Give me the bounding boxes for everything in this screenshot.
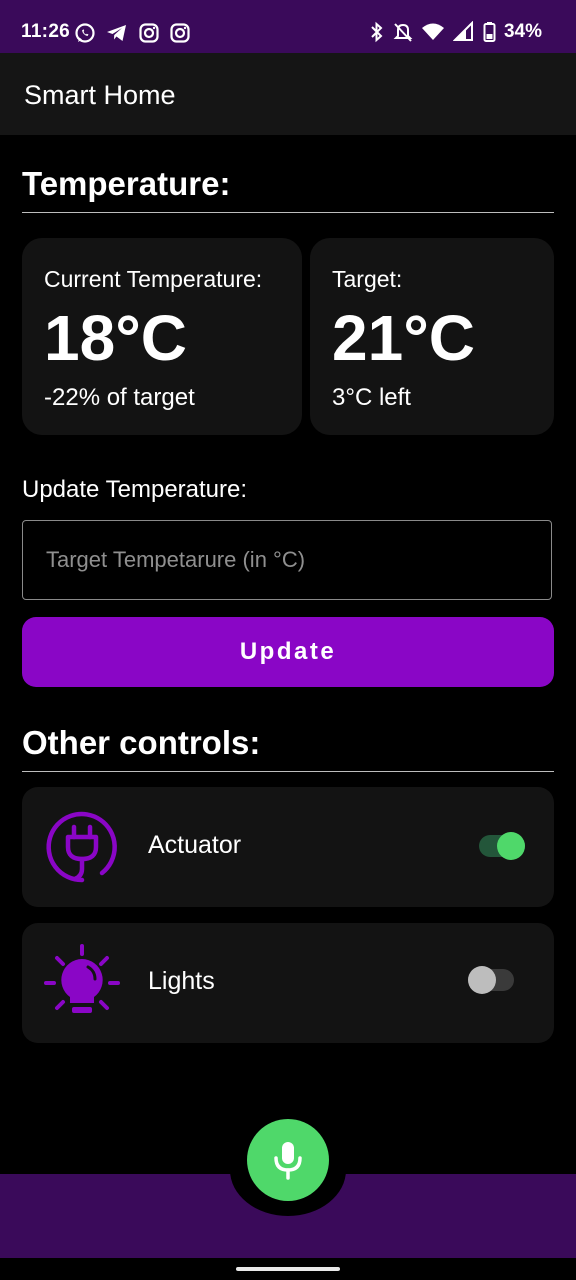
target-temperature-input[interactable] — [22, 520, 552, 600]
app-title: Smart Home — [24, 80, 176, 110]
telegram-icon — [107, 25, 126, 41]
update-temperature-label: Update Temperature: — [22, 476, 248, 503]
status-time: 11:26 — [21, 21, 71, 42]
actuator-control: Actuator — [22, 787, 554, 907]
lights-label: Lights — [148, 967, 215, 995]
voice-command-button[interactable] — [247, 1119, 329, 1201]
signal-icon — [452, 21, 473, 41]
battery-icon — [483, 22, 496, 42]
target-temperature-value: 21°C — [332, 302, 475, 374]
temperature-section-title: Temperature: — [22, 165, 231, 202]
battery-percent: 34% — [503, 21, 542, 42]
switch-knob — [497, 832, 525, 860]
plug-icon — [46, 811, 117, 883]
temperature-divider — [22, 212, 554, 213]
wifi-icon — [421, 23, 444, 40]
update-button[interactable]: Update — [22, 617, 554, 687]
target-temperature-label: Target: — [332, 266, 403, 292]
home-indicator[interactable] — [236, 1267, 340, 1271]
target-temperature-remaining: 3°C left — [332, 384, 411, 411]
current-temperature-value: 18°C — [44, 302, 187, 374]
controls-divider — [22, 771, 554, 772]
controls-section-title: Other controls: — [22, 724, 261, 761]
current-temperature-label: Current Temperature: — [44, 266, 263, 292]
target-temperature-card: Target: 21°C 3°C left — [310, 238, 554, 435]
system-icons: 34% — [369, 21, 542, 43]
instagram-icon — [139, 23, 159, 43]
actuator-switch[interactable] — [479, 832, 525, 860]
current-temperature-percent: -22% of target — [44, 384, 195, 411]
lightbulb-icon — [44, 944, 120, 1013]
bluetooth-icon — [371, 21, 383, 43]
current-temperature-card: Current Temperature: 18°C -22% of target — [22, 238, 302, 435]
instagram-icon — [170, 23, 190, 43]
lights-control: Lights — [22, 923, 554, 1043]
notification-icons — [74, 22, 191, 44]
actuator-label: Actuator — [148, 831, 242, 859]
microphone-icon — [274, 1142, 302, 1180]
lights-switch[interactable] — [468, 966, 514, 994]
whatsapp-icon — [75, 23, 95, 43]
switch-knob — [468, 966, 496, 994]
mute-icon — [393, 23, 413, 42]
